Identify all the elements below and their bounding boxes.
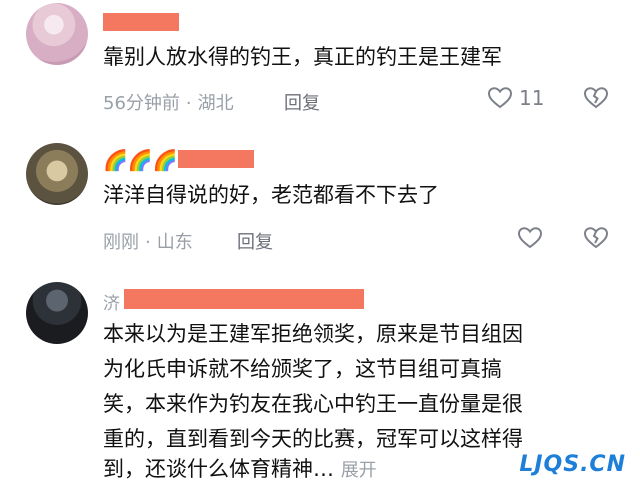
username-redacted[interactable] [178,150,254,168]
expand-link[interactable]: 展开 [341,460,377,481]
broken-heart-icon [583,87,609,109]
reply-button[interactable]: 回复 [284,89,320,115]
username-prefix: 济 [103,294,120,314]
comment-text: 洋洋自得说的好，老范都看不下去了 [103,183,439,207]
comment-location: 湖北 [197,93,234,114]
broken-heart-icon [583,227,609,249]
watermark-logo: LJQS.CN [519,452,626,477]
username-redacted[interactable] [103,13,179,31]
dislike-button[interactable] [583,86,609,110]
comment-text: 靠别人放水得的钓王，真正的钓王是王建军 [103,45,502,69]
comment-location: 山东 [156,232,193,253]
reply-button[interactable]: 回复 [237,228,273,254]
heart-outline-icon [517,227,543,249]
username-emoji: 🌈🌈🌈 [103,148,178,172]
comment-text-line-5: 到，还谈什么体育精神… 展开 [103,457,377,481]
comment-2: 🌈🌈🌈 洋洋自得说的好，老范都看不下去了 刚刚 · 山东 回复 [0,140,640,275]
like-button[interactable] [517,226,543,250]
avatar[interactable] [26,282,88,344]
avatar[interactable] [26,143,88,205]
comment-1: 靠别人放水得的钓王，真正的钓王是王建军 56分钟前 · 湖北 回复 11 [0,0,640,135]
heart-outline-icon [487,87,513,109]
like-button[interactable]: 11 [487,86,544,110]
comment-text-line-2: 为化氏申诉就不给颁奖了，这节目组可真搞 [103,357,502,381]
like-count: 11 [519,86,545,110]
dislike-button[interactable] [583,226,609,250]
comment-time: 56分钟前 [103,93,180,114]
comment-meta: 刚刚 · 山东 [103,232,193,253]
comment-meta: 56分钟前 · 湖北 [103,93,234,114]
comment-time: 刚刚 [103,232,139,253]
comment-text-line-3: 笑，本来作为钓友在我心中钓王一直份量是很 [103,392,523,416]
avatar[interactable] [26,3,88,65]
username-redacted[interactable] [124,289,364,309]
comment-text-line-1: 本来以为是王建军拒绝领奖，原来是节目组因 [103,322,523,346]
